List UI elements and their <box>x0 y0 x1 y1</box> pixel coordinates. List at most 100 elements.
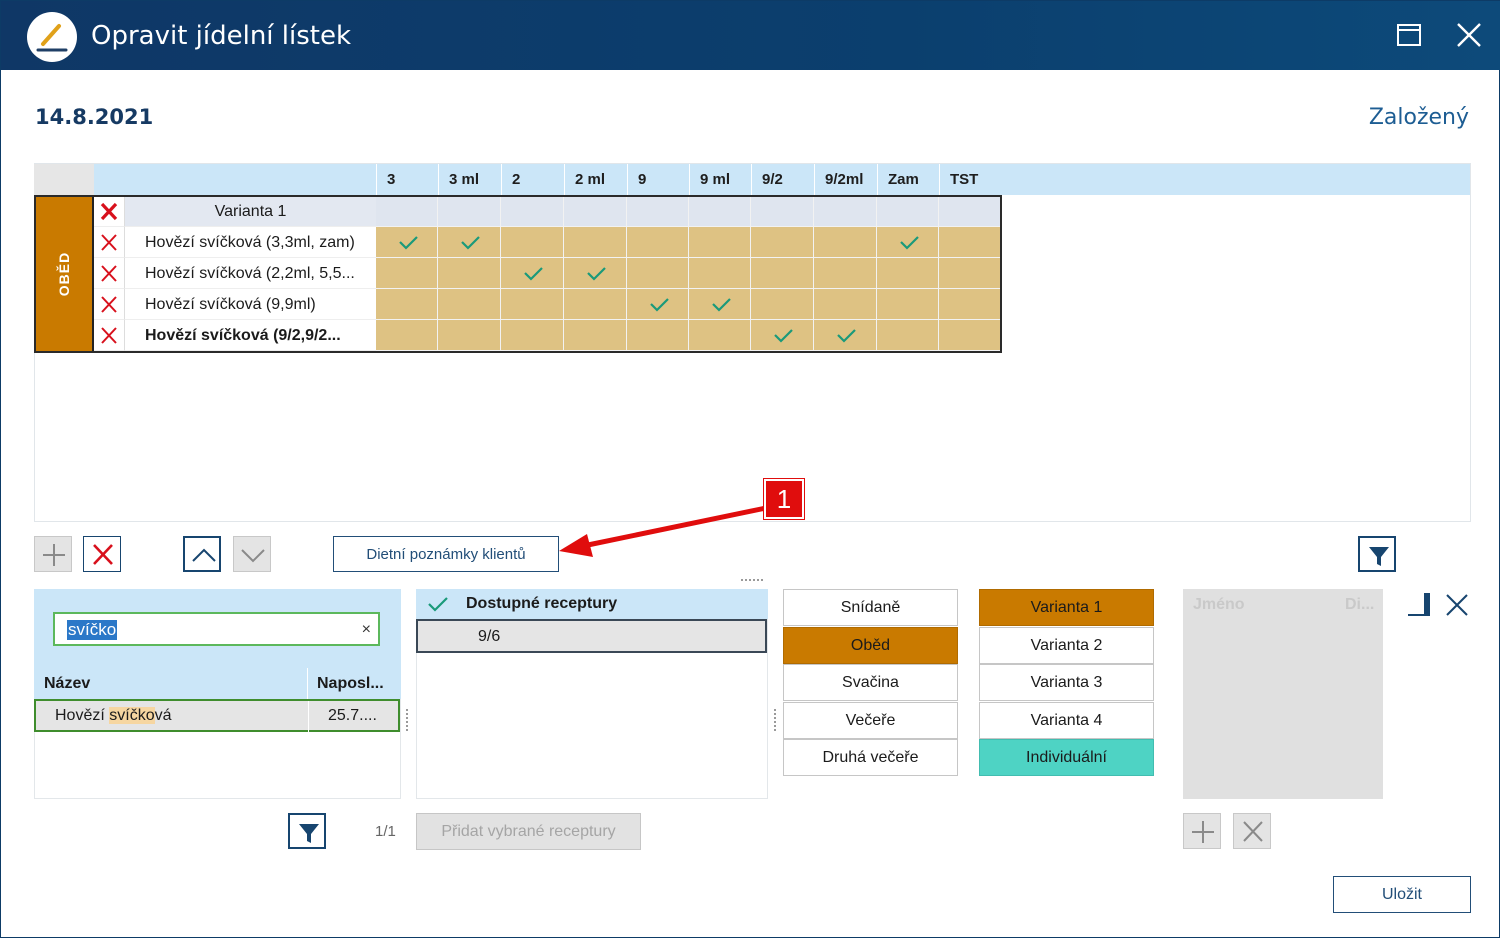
grid-cell[interactable] <box>376 196 438 227</box>
variant-option[interactable]: Varianta 3 <box>979 664 1154 701</box>
clear-search-icon[interactable]: × <box>362 621 371 639</box>
column-header[interactable]: TST <box>939 164 1001 195</box>
grid-cell[interactable] <box>501 196 564 227</box>
grid-cell[interactable] <box>564 289 627 320</box>
meal-option[interactable]: Svačina <box>783 664 958 701</box>
grid-cell[interactable] <box>627 258 689 289</box>
grid-cell[interactable] <box>627 196 689 227</box>
column-header[interactable]: 3 <box>376 164 438 195</box>
grid-cell[interactable] <box>438 289 501 320</box>
grid-cell[interactable] <box>689 320 751 351</box>
column-header[interactable]: 9 ml <box>689 164 751 195</box>
grid-cell[interactable] <box>376 289 438 320</box>
grid-cell[interactable] <box>689 258 751 289</box>
grid-cell[interactable] <box>877 227 939 258</box>
recipe-row[interactable]: Hovězí svíčková (3,3ml, zam) <box>94 227 1002 258</box>
grid-cell[interactable] <box>689 196 751 227</box>
column-header[interactable]: 3 ml <box>438 164 501 195</box>
grid-cell[interactable] <box>814 196 877 227</box>
grid-cell[interactable] <box>627 320 689 351</box>
variant-option[interactable]: Varianta 4 <box>979 701 1154 739</box>
grid-cell[interactable] <box>376 258 438 289</box>
grid-cell[interactable] <box>939 258 1001 289</box>
delete-icon[interactable] <box>94 258 124 289</box>
grid-cell[interactable] <box>501 320 564 351</box>
search-input[interactable]: svíčko × <box>53 612 380 646</box>
meal-option[interactable]: Večeře <box>783 701 958 739</box>
grid-filter-button[interactable] <box>1358 536 1396 572</box>
grid-cell[interactable] <box>627 289 689 320</box>
grid-cell[interactable] <box>627 227 689 258</box>
grid-cell[interactable] <box>939 320 1001 351</box>
grid-cell[interactable] <box>814 320 877 351</box>
remove-client-button[interactable] <box>1233 813 1271 849</box>
column-chooser-icon[interactable] <box>1406 591 1434 619</box>
close-panel-icon[interactable] <box>1443 591 1471 619</box>
search-filter-button[interactable] <box>288 813 326 849</box>
grid-cell[interactable] <box>376 227 438 258</box>
search-result-row[interactable]: Hovězí svíčková 25.7.... <box>34 699 400 732</box>
column-name[interactable]: Název <box>44 675 90 693</box>
grid-cell[interactable] <box>501 289 564 320</box>
add-row-button[interactable] <box>34 536 72 572</box>
grid-cell[interactable] <box>751 227 814 258</box>
splitter-handle[interactable] <box>741 579 763 581</box>
grid-cell[interactable] <box>751 196 814 227</box>
grid-cell[interactable] <box>564 227 627 258</box>
grid-cell[interactable] <box>438 320 501 351</box>
diet-notes-button[interactable]: Dietní poznámky klientů <box>333 536 559 572</box>
grid-cell[interactable] <box>689 227 751 258</box>
grid-cell[interactable] <box>501 227 564 258</box>
maximize-icon[interactable] <box>1393 18 1429 54</box>
recipe-row[interactable]: Hovězí svíčková (9,9ml) <box>94 289 1002 320</box>
column-header[interactable]: 2 <box>501 164 564 195</box>
variant-option[interactable]: Individuální <box>979 739 1154 776</box>
grid-cell[interactable] <box>376 320 438 351</box>
column-header[interactable]: 2 ml <box>564 164 627 195</box>
grid-cell[interactable] <box>438 196 501 227</box>
column-header[interactable]: Zam <box>877 164 939 195</box>
column-header[interactable]: 9/2ml <box>814 164 877 195</box>
meal-option[interactable]: Druhá večeře <box>783 739 958 776</box>
grid-cell[interactable] <box>814 289 877 320</box>
grid-cell[interactable] <box>438 227 501 258</box>
move-up-button[interactable] <box>183 536 221 572</box>
column-last-used[interactable]: Naposl... <box>317 675 384 693</box>
variant-header-row[interactable]: Varianta 1 <box>94 196 1002 227</box>
grid-cell[interactable] <box>751 258 814 289</box>
column-header[interactable]: 9 <box>627 164 689 195</box>
recipe-row[interactable]: Hovězí svíčková (2,2ml, 5,5... <box>94 258 1002 289</box>
grid-cell[interactable] <box>814 227 877 258</box>
variant-option[interactable]: Varianta 1 <box>979 589 1154 626</box>
grid-cell[interactable] <box>939 289 1001 320</box>
check-icon[interactable] <box>426 593 450 615</box>
save-button[interactable]: Uložit <box>1333 876 1471 913</box>
grid-cell[interactable] <box>564 196 627 227</box>
variant-option[interactable]: Varianta 2 <box>979 626 1154 664</box>
splitter-handle-middle[interactable] <box>774 709 776 731</box>
meal-option[interactable]: Oběd <box>783 626 958 664</box>
delete-icon[interactable] <box>94 289 124 320</box>
grid-cell[interactable] <box>501 258 564 289</box>
grid-cell[interactable] <box>564 258 627 289</box>
grid-cell[interactable] <box>438 258 501 289</box>
add-client-button[interactable] <box>1183 813 1221 849</box>
delete-icon[interactable] <box>94 227 124 258</box>
close-icon[interactable] <box>1451 18 1487 54</box>
grid-cell[interactable] <box>877 258 939 289</box>
grid-cell[interactable] <box>877 289 939 320</box>
grid-cell[interactable] <box>939 196 1001 227</box>
recipe-row[interactable]: Hovězí svíčková (9/2,9/2... <box>94 320 1002 351</box>
delete-row-button[interactable] <box>83 536 121 572</box>
move-down-button[interactable] <box>233 536 271 572</box>
delete-icon[interactable] <box>94 196 124 227</box>
grid-cell[interactable] <box>877 320 939 351</box>
grid-cell[interactable] <box>689 289 751 320</box>
add-selected-recipes-button[interactable]: Přidat vybrané receptury <box>416 813 641 850</box>
delete-icon[interactable] <box>94 320 124 351</box>
grid-cell[interactable] <box>877 196 939 227</box>
grid-cell[interactable] <box>564 320 627 351</box>
grid-cell[interactable] <box>814 258 877 289</box>
grid-cell[interactable] <box>751 320 814 351</box>
grid-cell[interactable] <box>939 227 1001 258</box>
